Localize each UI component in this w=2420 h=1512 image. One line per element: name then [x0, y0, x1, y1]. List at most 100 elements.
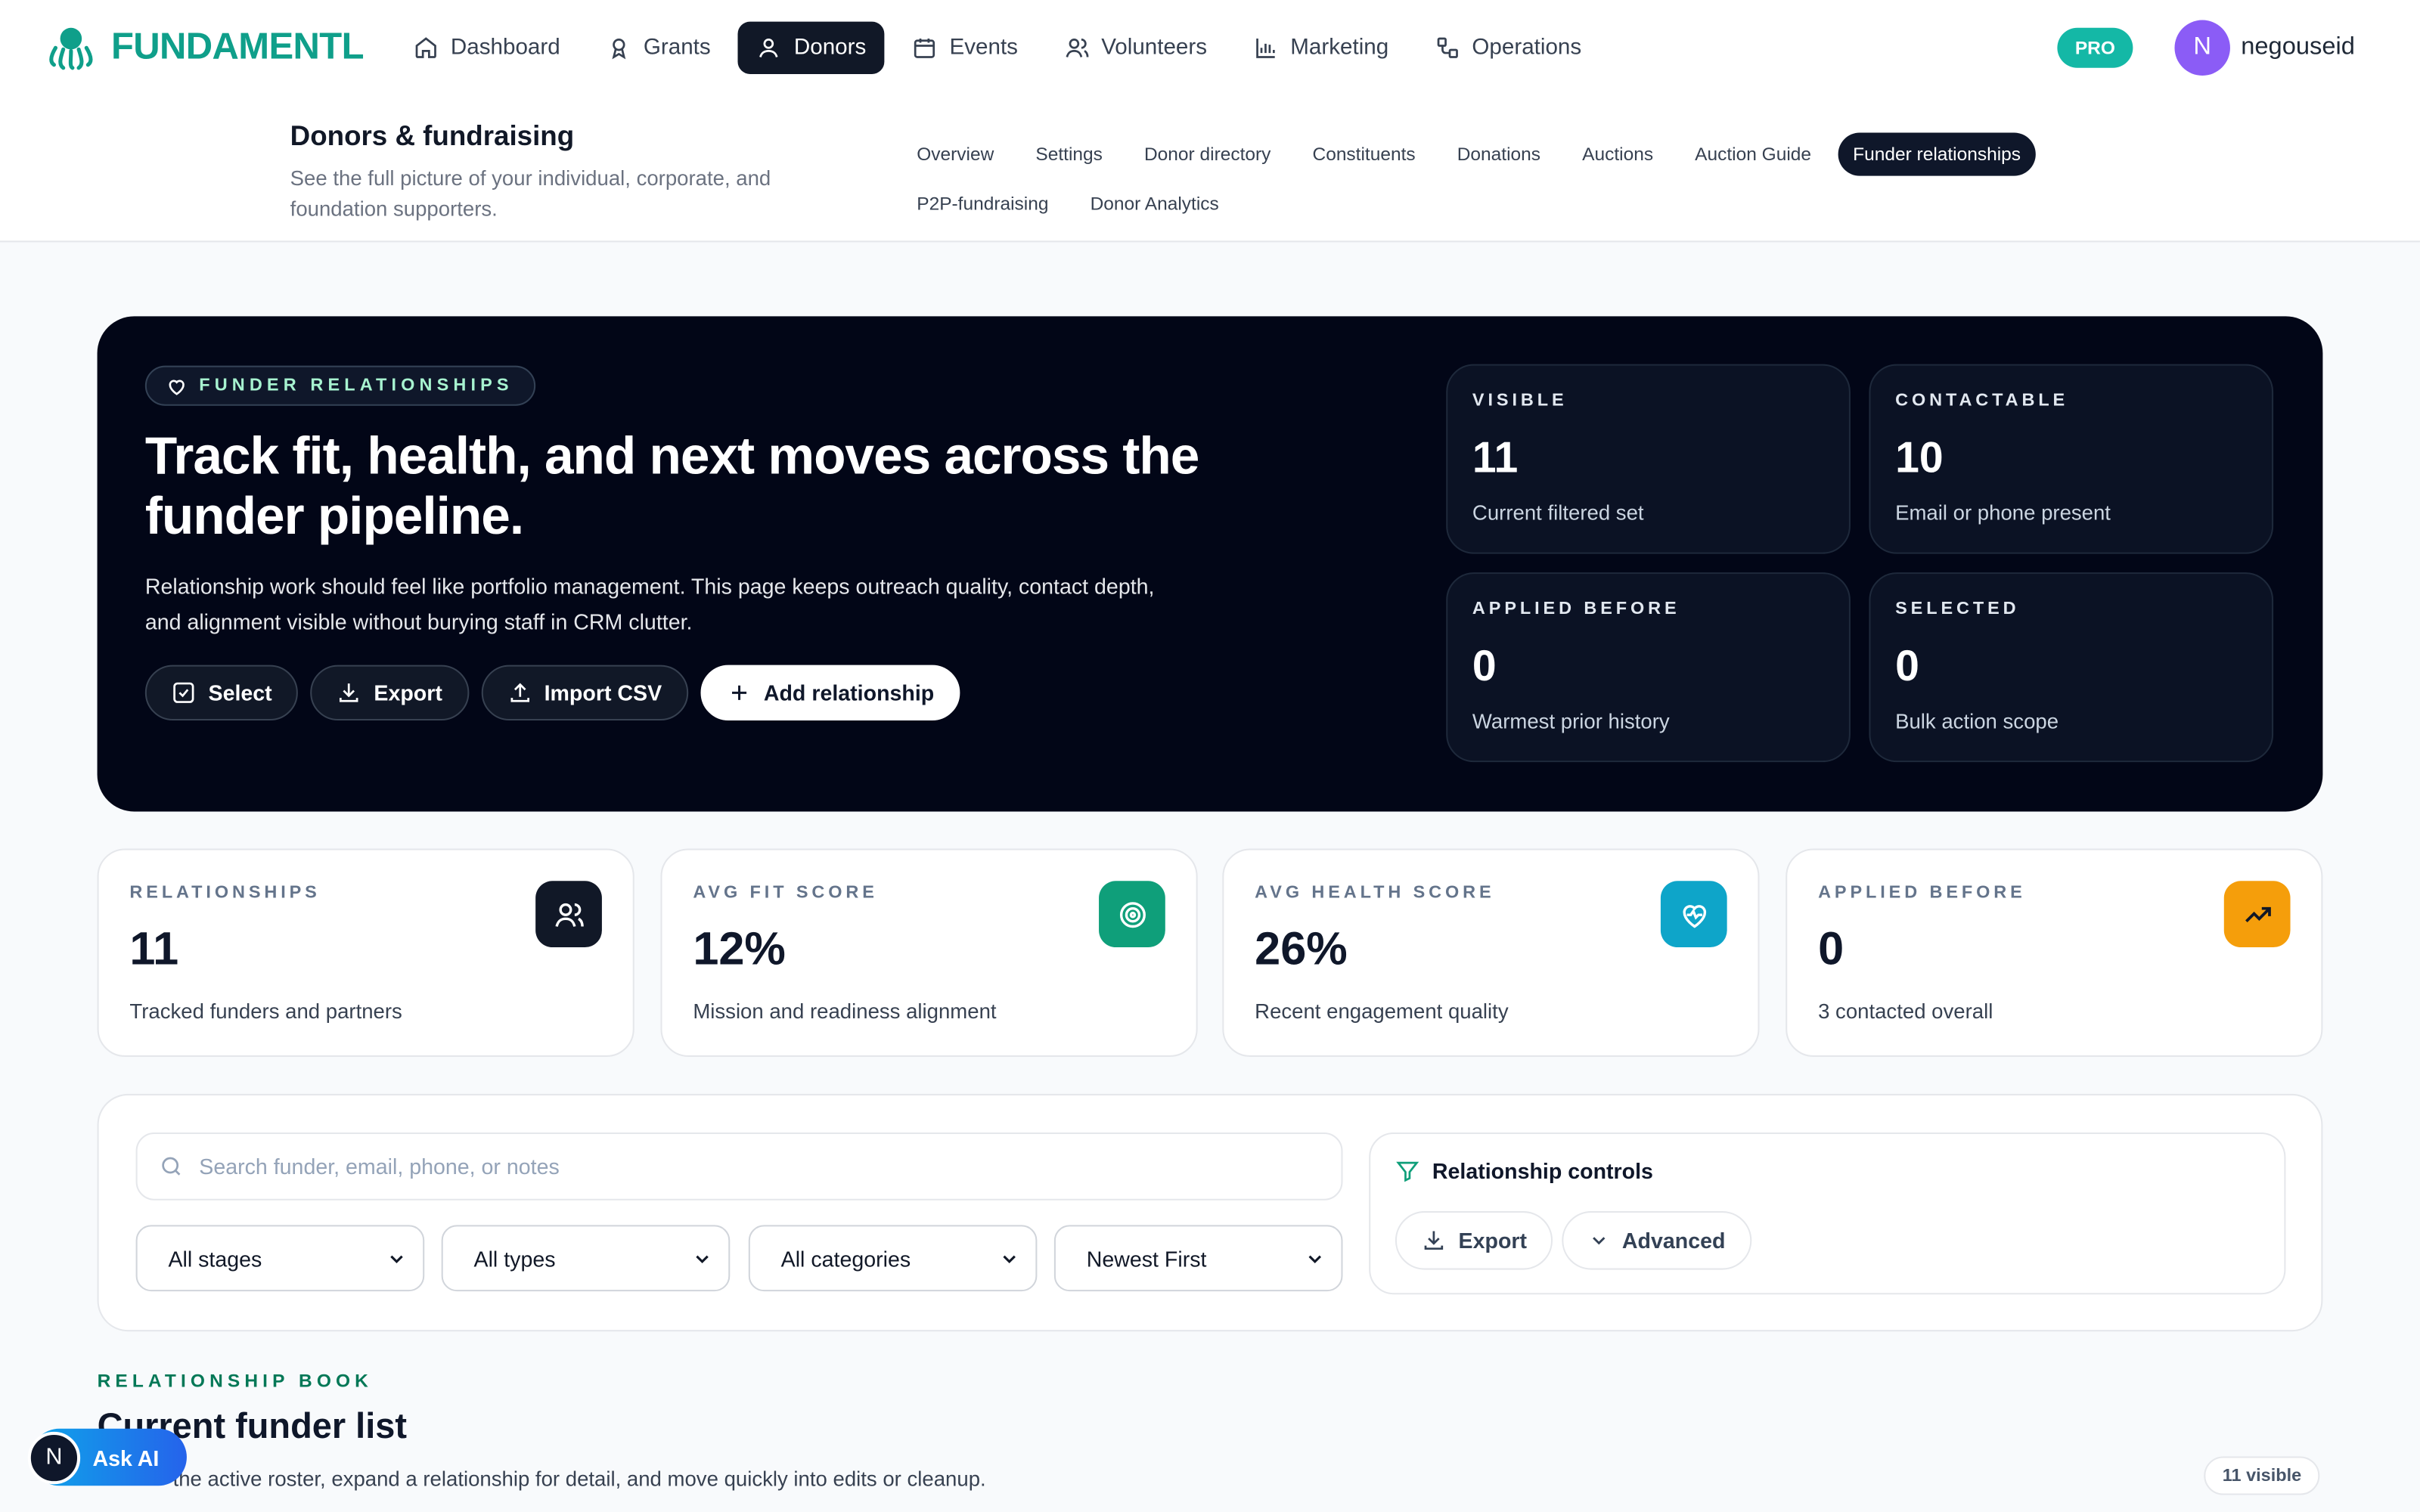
search-input[interactable]: [199, 1154, 1280, 1179]
nav-label: Events: [949, 35, 1019, 60]
chevron-down-icon: [1308, 1254, 1321, 1263]
export-button-label: Export: [374, 680, 442, 705]
kpi-label: AVG FIT SCORE: [693, 884, 878, 903]
stat-sub: Email or phone present: [1895, 501, 2111, 525]
sort-select-value: Newest First: [1086, 1245, 1207, 1271]
ask-ai-label: Ask AI: [92, 1445, 160, 1470]
stat-card-selected: SELECTED 0 Bulk action scope: [1869, 572, 2274, 763]
kpi-icon-box: [2223, 881, 2291, 948]
subnav-p2p-fundraising[interactable]: P2P-fundraising: [901, 182, 1064, 225]
kpi-value: 11: [129, 924, 179, 975]
stat-value: 10: [1895, 433, 1944, 482]
ask-ai-avatar: N: [27, 1430, 81, 1484]
kpi-sub: Mission and readiness alignment: [693, 999, 997, 1024]
users-icon: [1065, 39, 1088, 57]
kpi-value: 26%: [1255, 924, 1348, 975]
subnav-donor-directory[interactable]: Donor directory: [1129, 133, 1286, 176]
nav-label: Marketing: [1290, 35, 1389, 60]
trending-up-icon: [2245, 906, 2270, 922]
hero-title: Track fit, health, and next moves across…: [144, 427, 1200, 547]
download-icon: [340, 683, 358, 702]
kpi-label: AVG HEALTH SCORE: [1255, 884, 1495, 903]
home-icon: [415, 37, 436, 58]
stat-label: CONTACTABLE: [1895, 392, 2069, 411]
nav-label: Operations: [1472, 35, 1582, 60]
stat-sub: Warmest prior history: [1472, 709, 1670, 733]
advanced-button[interactable]: Advanced: [1562, 1211, 1752, 1270]
subnav-donations[interactable]: Donations: [1441, 133, 1556, 176]
subnav-auctions[interactable]: Auctions: [1567, 133, 1669, 176]
visible-count-badge: 11 visible: [2204, 1456, 2320, 1495]
kpi-sub: Recent engagement quality: [1255, 999, 1509, 1024]
subnav-settings[interactable]: Settings: [1020, 133, 1118, 176]
kpi-card-avg-fit-score: AVG FIT SCORE 12% Mission and readiness …: [660, 848, 1198, 1057]
section-title: Donors & fundraising: [290, 120, 575, 151]
kpi-icon-box: [1660, 881, 1727, 948]
select-button-label: Select: [208, 680, 272, 705]
username[interactable]: negouseid: [2241, 34, 2355, 62]
users-icon: [554, 902, 583, 926]
kpi-card-avg-health-score: AVG HEALTH SCORE 26% Recent engagement q…: [1222, 848, 1760, 1057]
book-subtitle: the active roster, expand a relationship…: [172, 1467, 986, 1491]
kpi-icon-box: [1099, 881, 1165, 948]
subnav-overview[interactable]: Overview: [901, 133, 1010, 176]
subnav-auction-guide[interactable]: Auction Guide: [1680, 133, 1827, 176]
subnav-funder-relationships[interactable]: Funder relationships: [1837, 132, 2037, 176]
ask-ai-button[interactable]: N Ask AI: [27, 1428, 187, 1486]
hero-actions: Select Export Import CSV Add relationshi…: [144, 665, 960, 721]
stat-sub: Current filtered set: [1472, 501, 1644, 525]
add-relationship-button[interactable]: Add relationship: [700, 665, 960, 721]
nav-label: Dashboard: [450, 35, 560, 60]
book-eyebrow: RELATIONSHIP BOOK: [97, 1370, 374, 1392]
hero-eyebrow: FUNDER RELATIONSHIPS: [144, 365, 535, 406]
nav-donors[interactable]: Donors: [738, 21, 885, 74]
download-icon: [1424, 1231, 1444, 1250]
search-box[interactable]: [135, 1132, 1343, 1201]
stat-value: 0: [1895, 641, 1919, 690]
nav-events[interactable]: Events: [894, 22, 1036, 74]
app-logo[interactable]: FUNDAMENTL: [46, 22, 365, 74]
kpi-icon-box: [535, 881, 602, 948]
target-icon: [1118, 901, 1145, 928]
kpi-sub: 3 contacted overall: [1818, 999, 1993, 1024]
kpi-label: RELATIONSHIPS: [129, 884, 321, 903]
stat-label: SELECTED: [1895, 600, 2020, 619]
category-select[interactable]: All categories: [748, 1225, 1038, 1292]
export-button[interactable]: Export: [310, 665, 469, 721]
type-select-value: All types: [473, 1245, 556, 1271]
avatar[interactable]: N: [2174, 20, 2230, 76]
stat-label: APPLIED BEFORE: [1472, 600, 1680, 619]
nav-label: Grants: [643, 35, 711, 60]
chevron-down-icon: [696, 1254, 709, 1263]
hero-panel: FUNDER RELATIONSHIPS Track fit, health, …: [97, 316, 2323, 812]
hero-description: Relationship work should feel like portf…: [144, 574, 1155, 634]
select-button[interactable]: Select: [144, 665, 299, 721]
controls-export-button[interactable]: Export: [1395, 1211, 1553, 1270]
subnav-donor-analytics[interactable]: Donor Analytics: [1075, 182, 1234, 225]
add-relationship-button-label: Add relationship: [763, 680, 935, 705]
nav-grants[interactable]: Grants: [588, 22, 729, 74]
subnav-constituents[interactable]: Constituents: [1297, 133, 1431, 176]
type-select[interactable]: All types: [441, 1225, 731, 1292]
app-name: FUNDAMENTL: [110, 26, 365, 68]
checkbox-icon: [173, 682, 194, 703]
kpi-card-applied-before: APPLIED BEFORE 0 3 contacted overall: [1786, 848, 2323, 1057]
stage-select[interactable]: All stages: [135, 1225, 425, 1292]
nav-label: Donors: [793, 35, 867, 60]
nav-operations[interactable]: Operations: [1416, 22, 1600, 74]
import-csv-button-label: Import CSV: [544, 680, 662, 705]
upload-icon: [510, 683, 529, 702]
import-csv-button[interactable]: Import CSV: [480, 665, 688, 721]
advanced-button-label: Advanced: [1621, 1228, 1726, 1253]
kpi-value: 12%: [693, 924, 786, 975]
controls-title-text: Relationship controls: [1432, 1158, 1653, 1184]
sort-select[interactable]: Newest First: [1053, 1225, 1343, 1292]
user-icon: [760, 39, 779, 57]
chevron-down-icon: [1593, 1237, 1606, 1245]
nav-dashboard[interactable]: Dashboard: [395, 22, 579, 74]
stat-sub: Bulk action scope: [1895, 709, 2059, 733]
workflow-icon: [1437, 37, 1458, 58]
section-subtitle: See the full picture of your individual,…: [290, 166, 771, 221]
nav-volunteers[interactable]: Volunteers: [1046, 22, 1226, 74]
nav-marketing[interactable]: Marketing: [1235, 22, 1407, 74]
